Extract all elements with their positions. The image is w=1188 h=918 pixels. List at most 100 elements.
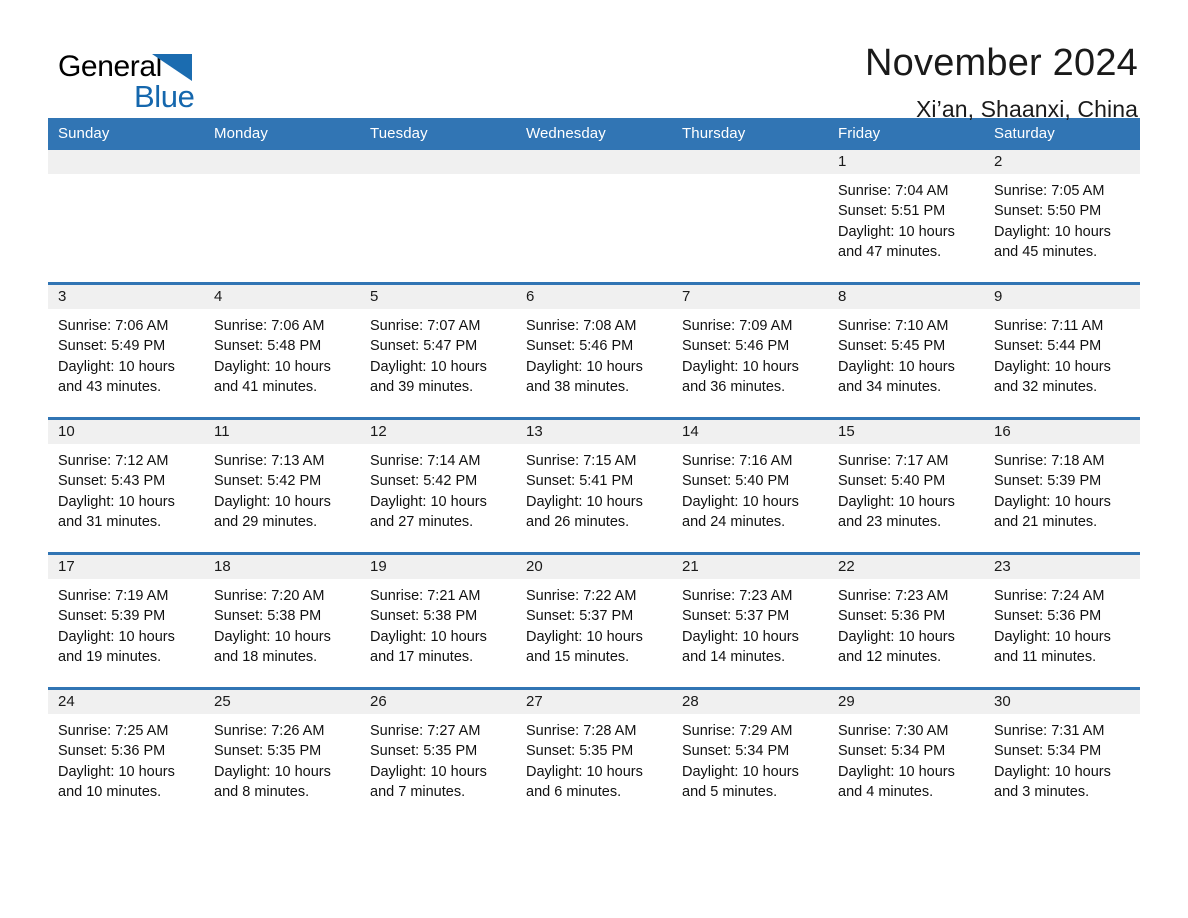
calendar-day-cell[interactable]: 17 Sunrise: 7:19 AM Sunset: 5:39 PM Dayligh… [48, 552, 204, 689]
sunset-text: Sunset: 5:37 PM [682, 608, 790, 625]
daylight-text: Daylight: 10 hours [214, 628, 331, 645]
sunset-text: Sunset: 5:39 PM [994, 473, 1102, 490]
daylight-text: Daylight: 10 hours [838, 358, 955, 375]
calendar-day-cell[interactable]: 27 Sunrise: 7:28 AM Sunset: 5:35 PM Dayligh… [516, 687, 672, 822]
calendar-head: Sunday Monday Tuesday Wednesday Thursday… [48, 118, 1140, 150]
sunrise-text: Sunrise: 7:10 AM [838, 318, 949, 334]
calendar-day-cell[interactable]: 19 Sunrise: 7:21 AM Sunset: 5:38 PM Dayligh… [360, 552, 516, 689]
calendar-day-cell[interactable]: 15 Sunrise: 7:17 AM Sunset: 5:40 PM Dayligh… [828, 417, 984, 554]
calendar-day-cell[interactable]: 2 Sunrise: 7:05 AM Sunset: 5:50 PM Daylight… [984, 150, 1140, 284]
daylight-text: Daylight: 10 hours [526, 493, 643, 510]
day-details: Sunrise: 7:30 AM Sunset: 5:34 PM Daylight:… [828, 714, 984, 803]
daylight-text-cont: and 14 minutes. [682, 649, 786, 666]
daylight-text: Daylight: 10 hours [214, 358, 331, 375]
calendar-day-cell[interactable]: 13 Sunrise: 7:15 AM Sunset: 5:41 PM Dayligh… [516, 417, 672, 554]
calendar-day-cell[interactable]: 4 Sunrise: 7:06 AM Sunset: 5:48 PM Daylight… [204, 282, 360, 419]
daylight-text: Daylight: 10 hours [682, 358, 799, 375]
sunset-text: Sunset: 5:42 PM [370, 473, 478, 490]
sunset-text: Sunset: 5:41 PM [526, 473, 634, 490]
calendar-day-cell[interactable]: 1 Sunrise: 7:04 AM Sunset: 5:51 PM Daylight… [828, 150, 984, 284]
sunset-text: Sunset: 5:40 PM [682, 473, 790, 490]
calendar-day-cell[interactable]: 12 Sunrise: 7:14 AM Sunset: 5:42 PM Dayligh… [360, 417, 516, 554]
calendar-day-cell[interactable]: 23 Sunrise: 7:24 AM Sunset: 5:36 PM Dayligh… [984, 552, 1140, 689]
day-details: Sunrise: 7:27 AM Sunset: 5:35 PM Daylight:… [360, 714, 516, 803]
calendar-day-cell[interactable]: 9 Sunrise: 7:11 AM Sunset: 5:44 PM Daylight… [984, 282, 1140, 419]
calendar-day-cell[interactable]: 29 Sunrise: 7:30 AM Sunset: 5:34 PM Dayligh… [828, 687, 984, 822]
day-number [360, 150, 516, 174]
day-number: 14 [672, 420, 828, 444]
calendar-day-cell[interactable]: 8 Sunrise: 7:10 AM Sunset: 5:45 PM Daylight… [828, 282, 984, 419]
calendar-day-cell[interactable]: 24 Sunrise: 7:25 AM Sunset: 5:36 PM Dayligh… [48, 687, 204, 822]
day-number: 17 [48, 555, 204, 579]
day-details [204, 174, 360, 181]
calendar-day-cell[interactable]: 20 Sunrise: 7:22 AM Sunset: 5:37 PM Dayligh… [516, 552, 672, 689]
calendar-day-cell[interactable]: 25 Sunrise: 7:26 AM Sunset: 5:35 PM Dayligh… [204, 687, 360, 822]
daylight-text: Daylight: 10 hours [994, 628, 1111, 645]
calendar-day-cell[interactable]: 14 Sunrise: 7:16 AM Sunset: 5:40 PM Dayligh… [672, 417, 828, 554]
sunrise-text: Sunrise: 7:06 AM [214, 318, 325, 334]
calendar-day-cell[interactable]: 6 Sunrise: 7:08 AM Sunset: 5:46 PM Daylight… [516, 282, 672, 419]
sunrise-text: Sunrise: 7:22 AM [526, 588, 637, 604]
daylight-text-cont: and 27 minutes. [370, 514, 474, 531]
day-number [516, 150, 672, 174]
daylight-text: Daylight: 10 hours [58, 628, 175, 645]
sunset-text: Sunset: 5:46 PM [682, 338, 790, 355]
sunrise-text: Sunrise: 7:25 AM [58, 723, 169, 739]
sunset-text: Sunset: 5:50 PM [994, 203, 1102, 220]
daylight-text: Daylight: 10 hours [682, 763, 799, 780]
calendar-day-cell-empty [360, 150, 516, 284]
day-number: 18 [204, 555, 360, 579]
calendar-day-cell[interactable]: 7 Sunrise: 7:09 AM Sunset: 5:46 PM Daylight… [672, 282, 828, 419]
sunrise-text: Sunrise: 7:20 AM [214, 588, 325, 604]
calendar-week-row: 10 Sunrise: 7:12 AM Sunset: 5:43 PM Dayligh… [48, 417, 1140, 554]
sunrise-text: Sunrise: 7:24 AM [994, 588, 1105, 604]
calendar-day-cell[interactable]: 10 Sunrise: 7:12 AM Sunset: 5:43 PM Dayligh… [48, 417, 204, 554]
sunset-text: Sunset: 5:36 PM [994, 608, 1102, 625]
calendar-day-cell-empty [516, 150, 672, 284]
sunrise-text: Sunrise: 7:26 AM [214, 723, 325, 739]
day-number: 22 [828, 555, 984, 579]
day-number: 12 [360, 420, 516, 444]
sunset-text: Sunset: 5:42 PM [214, 473, 322, 490]
day-number [204, 150, 360, 174]
daylight-text-cont: and 5 minutes. [682, 784, 778, 801]
day-details: Sunrise: 7:23 AM Sunset: 5:36 PM Daylight:… [828, 579, 984, 668]
sunrise-text: Sunrise: 7:18 AM [994, 453, 1105, 469]
day-details: Sunrise: 7:31 AM Sunset: 5:34 PM Daylight:… [984, 714, 1140, 803]
day-details: Sunrise: 7:23 AM Sunset: 5:37 PM Daylight:… [672, 579, 828, 668]
calendar-week-row: 17 Sunrise: 7:19 AM Sunset: 5:39 PM Dayligh… [48, 552, 1140, 689]
page-header: General Blue November 2024 Xi’an, Shaanx… [48, 0, 1140, 120]
day-number: 8 [828, 285, 984, 309]
daylight-text-cont: and 38 minutes. [526, 379, 630, 396]
calendar-day-cell-empty [48, 150, 204, 284]
daylight-text-cont: and 47 minutes. [838, 244, 942, 261]
daylight-text: Daylight: 10 hours [994, 763, 1111, 780]
calendar-day-cell[interactable]: 26 Sunrise: 7:27 AM Sunset: 5:35 PM Dayligh… [360, 687, 516, 822]
calendar-day-cell[interactable]: 30 Sunrise: 7:31 AM Sunset: 5:34 PM Dayligh… [984, 687, 1140, 822]
calendar-day-cell[interactable]: 18 Sunrise: 7:20 AM Sunset: 5:38 PM Dayligh… [204, 552, 360, 689]
day-details: Sunrise: 7:16 AM Sunset: 5:40 PM Daylight:… [672, 444, 828, 533]
day-number: 30 [984, 690, 1140, 714]
sunrise-text: Sunrise: 7:05 AM [994, 183, 1105, 199]
weekday-header-tuesday: Tuesday [360, 118, 516, 150]
calendar-day-cell[interactable]: 28 Sunrise: 7:29 AM Sunset: 5:34 PM Dayligh… [672, 687, 828, 822]
daylight-text-cont: and 45 minutes. [994, 244, 1098, 261]
sunset-text: Sunset: 5:34 PM [682, 743, 790, 760]
calendar-day-cell[interactable]: 3 Sunrise: 7:06 AM Sunset: 5:49 PM Daylight… [48, 282, 204, 419]
calendar-day-cell[interactable]: 16 Sunrise: 7:18 AM Sunset: 5:39 PM Dayligh… [984, 417, 1140, 554]
day-details: Sunrise: 7:04 AM Sunset: 5:51 PM Daylight:… [828, 174, 984, 263]
calendar-day-cell[interactable]: 11 Sunrise: 7:13 AM Sunset: 5:42 PM Dayligh… [204, 417, 360, 554]
daylight-text: Daylight: 10 hours [214, 763, 331, 780]
sunrise-text: Sunrise: 7:16 AM [682, 453, 793, 469]
day-number: 2 [984, 150, 1140, 174]
day-details: Sunrise: 7:28 AM Sunset: 5:35 PM Daylight:… [516, 714, 672, 803]
day-details: Sunrise: 7:09 AM Sunset: 5:46 PM Daylight:… [672, 309, 828, 398]
day-number: 26 [360, 690, 516, 714]
day-details [360, 174, 516, 181]
calendar-day-cell[interactable]: 22 Sunrise: 7:23 AM Sunset: 5:36 PM Dayligh… [828, 552, 984, 689]
sunrise-text: Sunrise: 7:31 AM [994, 723, 1105, 739]
sunrise-text: Sunrise: 7:04 AM [838, 183, 949, 199]
calendar-day-cell[interactable]: 5 Sunrise: 7:07 AM Sunset: 5:47 PM Daylight… [360, 282, 516, 419]
daylight-text-cont: and 24 minutes. [682, 514, 786, 531]
calendar-day-cell[interactable]: 21 Sunrise: 7:23 AM Sunset: 5:37 PM Dayligh… [672, 552, 828, 689]
